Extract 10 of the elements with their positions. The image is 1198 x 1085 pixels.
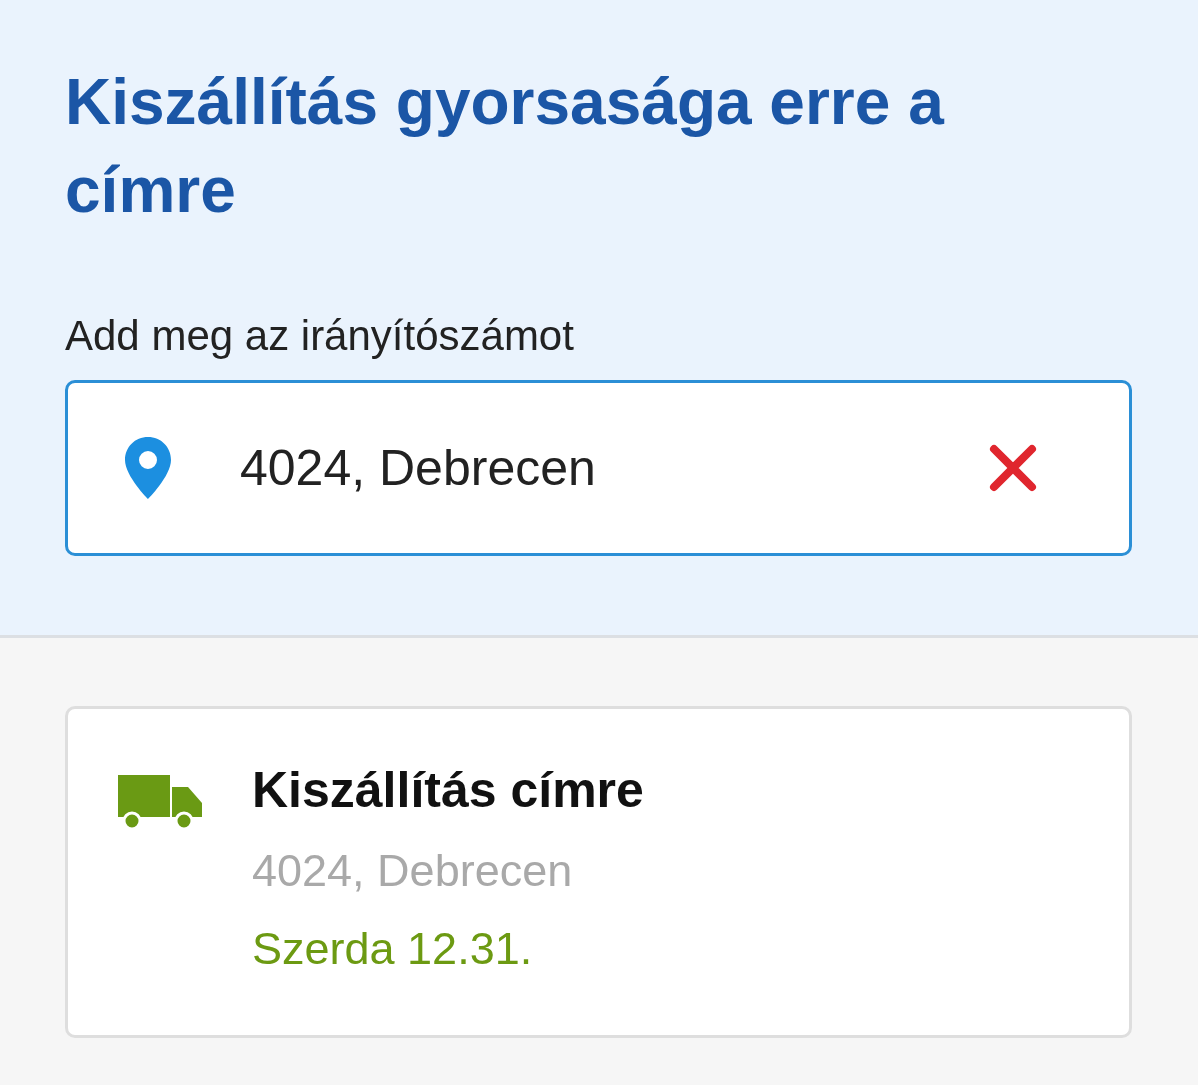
option-address: 4024, Debrecen [252,845,573,897]
delivery-card[interactable]: Kiszállítás címre 4024, Debrecen Szerda 12.31. [65,706,1132,1038]
page-title: Kiszállítás gyorsasága erre a címre [65,65,946,228]
postcode-field[interactable]: 4024, Debrecen [65,380,1132,556]
clear-button[interactable] [988,443,1038,493]
truck-icon [118,775,202,831]
delivery-date: Szerda 12.31. [252,923,533,975]
field-label: Add meg az irányítószámot [65,312,574,360]
option-title: Kiszállítás címre [252,761,644,819]
location-pin-icon [123,435,173,501]
